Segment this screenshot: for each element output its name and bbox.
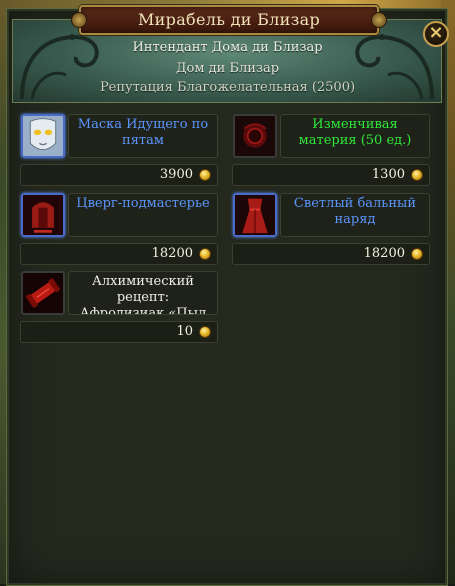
gold-coin-icon xyxy=(199,326,211,338)
item-price: 10 xyxy=(20,321,218,343)
vendor-item[interactable]: Изменчивая материя (50 ед.) 1300 xyxy=(232,114,430,186)
item-price: 18200 xyxy=(232,243,430,265)
price-value: 1300 xyxy=(371,167,405,182)
vendor-item[interactable]: Цверг-подмастерье 18200 xyxy=(20,193,218,265)
item-name: Светлый бальный наряд xyxy=(280,193,430,237)
reputation-status: Репутация Благожелательная (2500) xyxy=(99,80,356,95)
faction-name: Дом ди Близар xyxy=(175,61,280,76)
window-title: Мирабель ди Близар xyxy=(138,10,320,29)
title-knob-right-icon xyxy=(371,12,387,28)
item-price: 1300 xyxy=(232,164,430,186)
item-name: Маска Идущего по пятам xyxy=(68,114,218,158)
gold-coin-icon xyxy=(411,169,423,181)
gold-coin-icon xyxy=(411,248,423,260)
item-name: Цверг-подмастерье xyxy=(68,193,218,237)
item-price: 18200 xyxy=(20,243,218,265)
price-value: 3900 xyxy=(159,167,193,182)
vendor-item[interactable]: Маска Идущего по пятам 3900 xyxy=(20,114,218,186)
price-value: 18200 xyxy=(151,246,193,261)
matter-icon[interactable] xyxy=(233,114,277,158)
item-name: Изменчивая материя (50 ед.) xyxy=(280,114,430,158)
recipe-scroll-icon[interactable] xyxy=(21,271,65,315)
vendor-item[interactable]: Алхимический рецепт: Афродизиак «Пыл 10 xyxy=(20,271,218,343)
gold-coin-icon xyxy=(199,248,211,260)
item-name: Алхимический рецепт: Афродизиак «Пыл xyxy=(68,271,218,315)
gold-coin-icon xyxy=(199,169,211,181)
item-price: 3900 xyxy=(20,164,218,186)
mask-icon[interactable] xyxy=(21,114,65,158)
dwarf-armor-icon[interactable] xyxy=(21,193,65,237)
price-value: 10 xyxy=(176,324,193,339)
ball-gown-icon[interactable] xyxy=(233,193,277,237)
title-bar: Мирабель ди Близар xyxy=(71,5,387,35)
vendor-item[interactable]: Светлый бальный наряд 18200 xyxy=(232,193,430,265)
price-value: 18200 xyxy=(363,246,405,261)
npc-title: Интендант Дома ди Близар xyxy=(132,40,323,55)
